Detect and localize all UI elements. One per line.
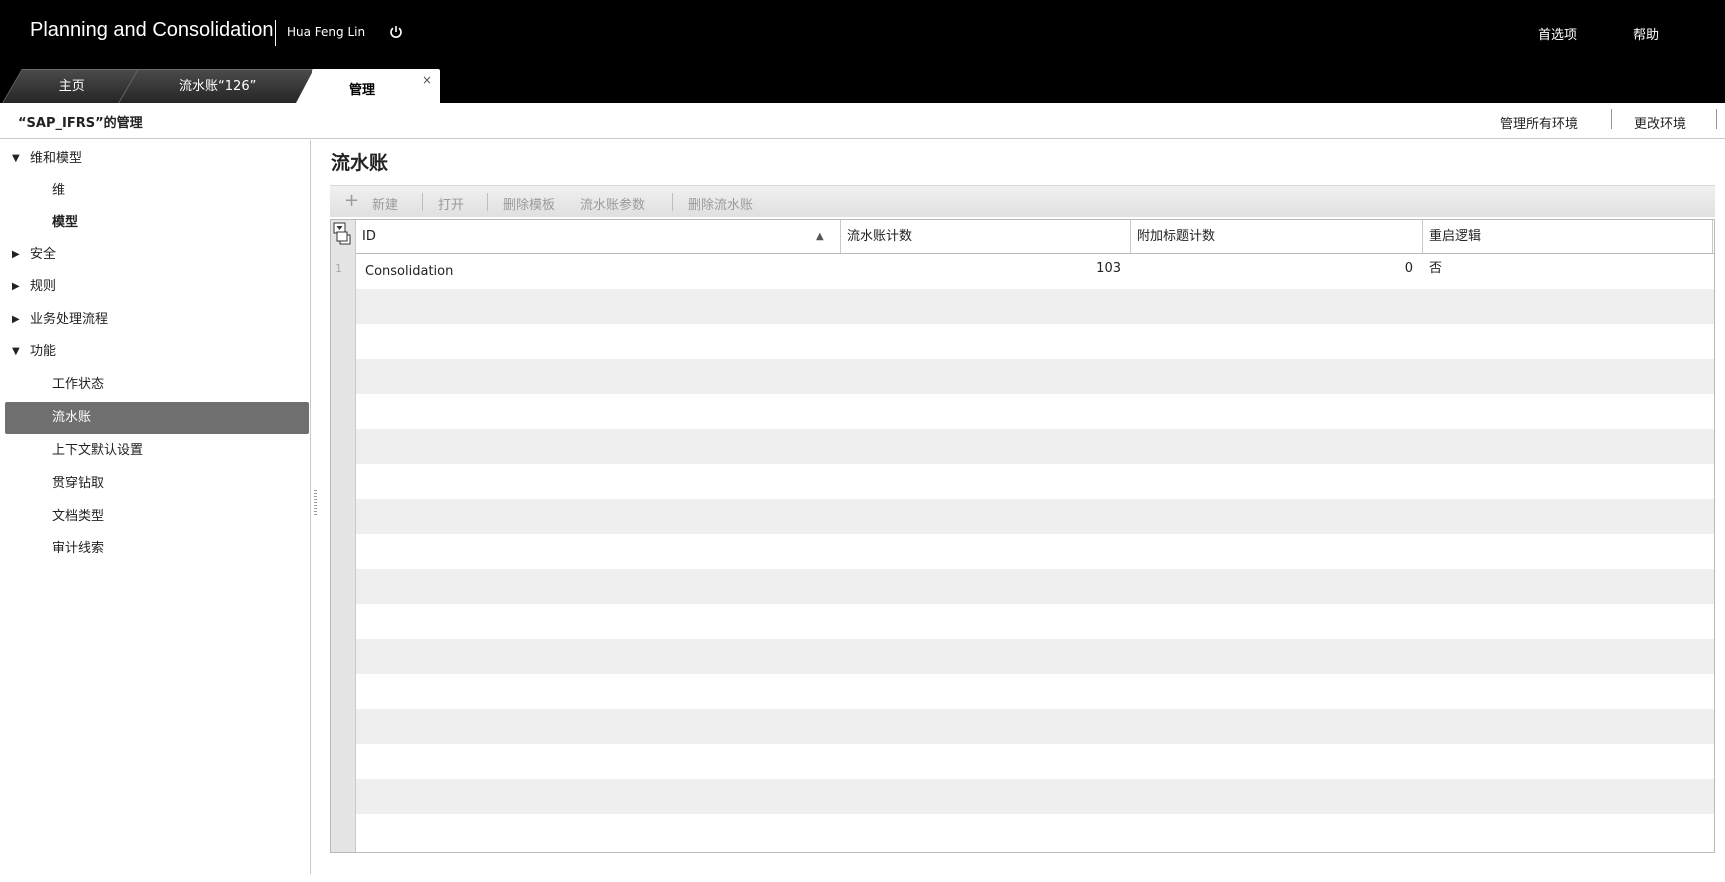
title-separator [275,20,276,46]
sidebar-item-business-process-flows[interactable]: ▶ 业务处理流程 [0,305,309,335]
journals-table: ID ▲ 流水账计数 附加标题计数 重启逻辑 Consolidation 103… [330,219,1715,853]
empty-row [356,359,1714,394]
sidebar-item-models[interactable]: 模型 [0,208,309,238]
column-header-label: 重启逻辑 [1429,229,1482,244]
empty-row [356,464,1714,499]
table-header: ID ▲ 流水账计数 附加标题计数 重启逻辑 [356,220,1714,254]
app-title: Planning and Consolidation [30,19,274,41]
empty-row [356,499,1714,534]
preferences-link[interactable]: 首选项 [1538,24,1577,43]
empty-row [356,779,1714,814]
column-header-label: 附加标题计数 [1137,229,1216,244]
sidebar-item-label: 模型 [52,215,79,230]
new-button[interactable]: 新建 [372,194,398,213]
sidebar-item-label: 流水账 [52,410,92,425]
sidebar-item-features[interactable]: ▼ 功能 [0,337,309,367]
sidebar-item-rules[interactable]: ▶ 规则 [0,272,309,302]
delete-template-button[interactable]: 删除模板 [503,194,555,213]
empty-row [356,289,1714,324]
empty-row [356,324,1714,359]
sidebar-item-label: 文档类型 [52,509,105,524]
column-header-journal-count[interactable]: 流水账计数 [841,220,1131,253]
tab-admin-label: 管理 [349,83,376,98]
open-button[interactable]: 打开 [438,194,464,213]
delete-journal-button[interactable]: 删除流水账 [688,194,753,213]
sidebar-item-journals[interactable]: 流水账 [5,402,309,434]
sidebar-item-work-status[interactable]: 工作状态 [0,370,309,400]
sidebar-item-label: 规则 [30,279,57,294]
chevron-right-icon[interactable]: ▶ [12,272,20,302]
sidebar-item-label: 功能 [30,344,57,359]
help-link[interactable]: 帮助 [1633,24,1659,43]
column-chooser-icon[interactable] [333,222,353,250]
sidebar-item-audit-trail[interactable]: 审计线索 [0,534,309,564]
sidebar-item-dimensions[interactable]: 维 [0,176,309,206]
empty-row [356,534,1714,569]
power-icon[interactable] [389,25,403,39]
sidebar: ▼ 维和模型 维 模型 ▶ 安全 ▶ 规则 ▶ 业务处理流程 ▼ 功能 工作状态… [0,140,311,874]
panel-splitter-handle[interactable] [314,490,317,516]
empty-row [356,429,1714,464]
page-title: “SAP_IFRS”的管理 [18,116,143,131]
sidebar-item-drill-through[interactable]: 贯穿钻取 [0,469,309,499]
sidebar-item-dimensions-models[interactable]: ▼ 维和模型 [0,144,309,174]
empty-row [356,709,1714,744]
sidebar-item-label: 业务处理流程 [30,312,109,327]
row-number-column [331,220,356,852]
toolbar: + 新建 打开 删除模板 流水账参数 删除流水账 [330,185,1715,217]
chevron-down-icon[interactable]: ▼ [12,144,20,174]
chevron-right-icon[interactable]: ▶ [12,305,20,335]
app-header: Planning and Consolidation Hua Feng Lin … [0,0,1725,103]
divider [422,193,423,211]
cell-header-count: 0 [1404,261,1413,276]
user-name[interactable]: Hua Feng Lin [287,25,365,39]
divider [672,193,673,211]
empty-row [356,639,1714,674]
divider [1716,109,1717,129]
cell-journal-count: 103 [1096,261,1121,276]
cell-reopen-logic: 否 [1429,261,1443,276]
empty-row [356,394,1714,429]
column-header-header-count[interactable]: 附加标题计数 [1131,220,1423,253]
sidebar-item-label: 贯穿钻取 [52,476,105,491]
sidebar-item-context-defaults[interactable]: 上下文默认设置 [0,436,309,466]
sidebar-item-label: 工作状态 [52,377,105,392]
close-icon[interactable]: × [422,73,432,87]
chevron-down-icon[interactable]: ▼ [12,337,20,367]
column-header-id[interactable]: ID ▲ [356,220,841,253]
sidebar-item-label: 维 [52,183,66,198]
empty-row [356,744,1714,779]
chevron-right-icon[interactable]: ▶ [12,240,20,270]
journal-parameters-button[interactable]: 流水账参数 [580,194,645,213]
sidebar-item-security[interactable]: ▶ 安全 [0,240,309,270]
column-header-reopen-logic[interactable]: 重启逻辑 [1423,220,1713,253]
cell-id: Consolidation [365,264,454,279]
divider [487,193,488,211]
column-header-label: ID [362,229,376,244]
tab-journal[interactable]: 流水账“126” [118,69,318,103]
empty-row [356,569,1714,604]
sidebar-item-label: 上下文默认设置 [52,443,144,458]
empty-row [356,814,1714,849]
admin-subheader: “SAP_IFRS”的管理 管理所有环境 更改环境 [0,103,1725,139]
sidebar-item-document-types[interactable]: 文档类型 [0,502,309,532]
column-header-label: 流水账计数 [847,229,913,244]
tab-admin[interactable]: 管理 × [312,69,440,103]
sidebar-item-label: 维和模型 [30,151,83,166]
tab-journal-label: 流水账“126” [179,79,257,94]
table-row[interactable]: Consolidation 103 0 否 [356,254,1714,289]
sort-ascending-icon[interactable]: ▲ [816,220,824,253]
plus-icon: + [344,190,360,211]
divider [1611,109,1612,129]
manage-all-environments-link[interactable]: 管理所有环境 [1500,113,1578,132]
sidebar-item-label: 审计线索 [52,541,105,556]
row-number: 1 [335,262,342,275]
tab-home-label: 主页 [58,79,85,94]
main-title: 流水账 [331,152,389,174]
empty-row [356,674,1714,709]
change-environment-link[interactable]: 更改环境 [1634,113,1686,132]
sidebar-item-label: 安全 [30,247,57,262]
empty-row [356,604,1714,639]
